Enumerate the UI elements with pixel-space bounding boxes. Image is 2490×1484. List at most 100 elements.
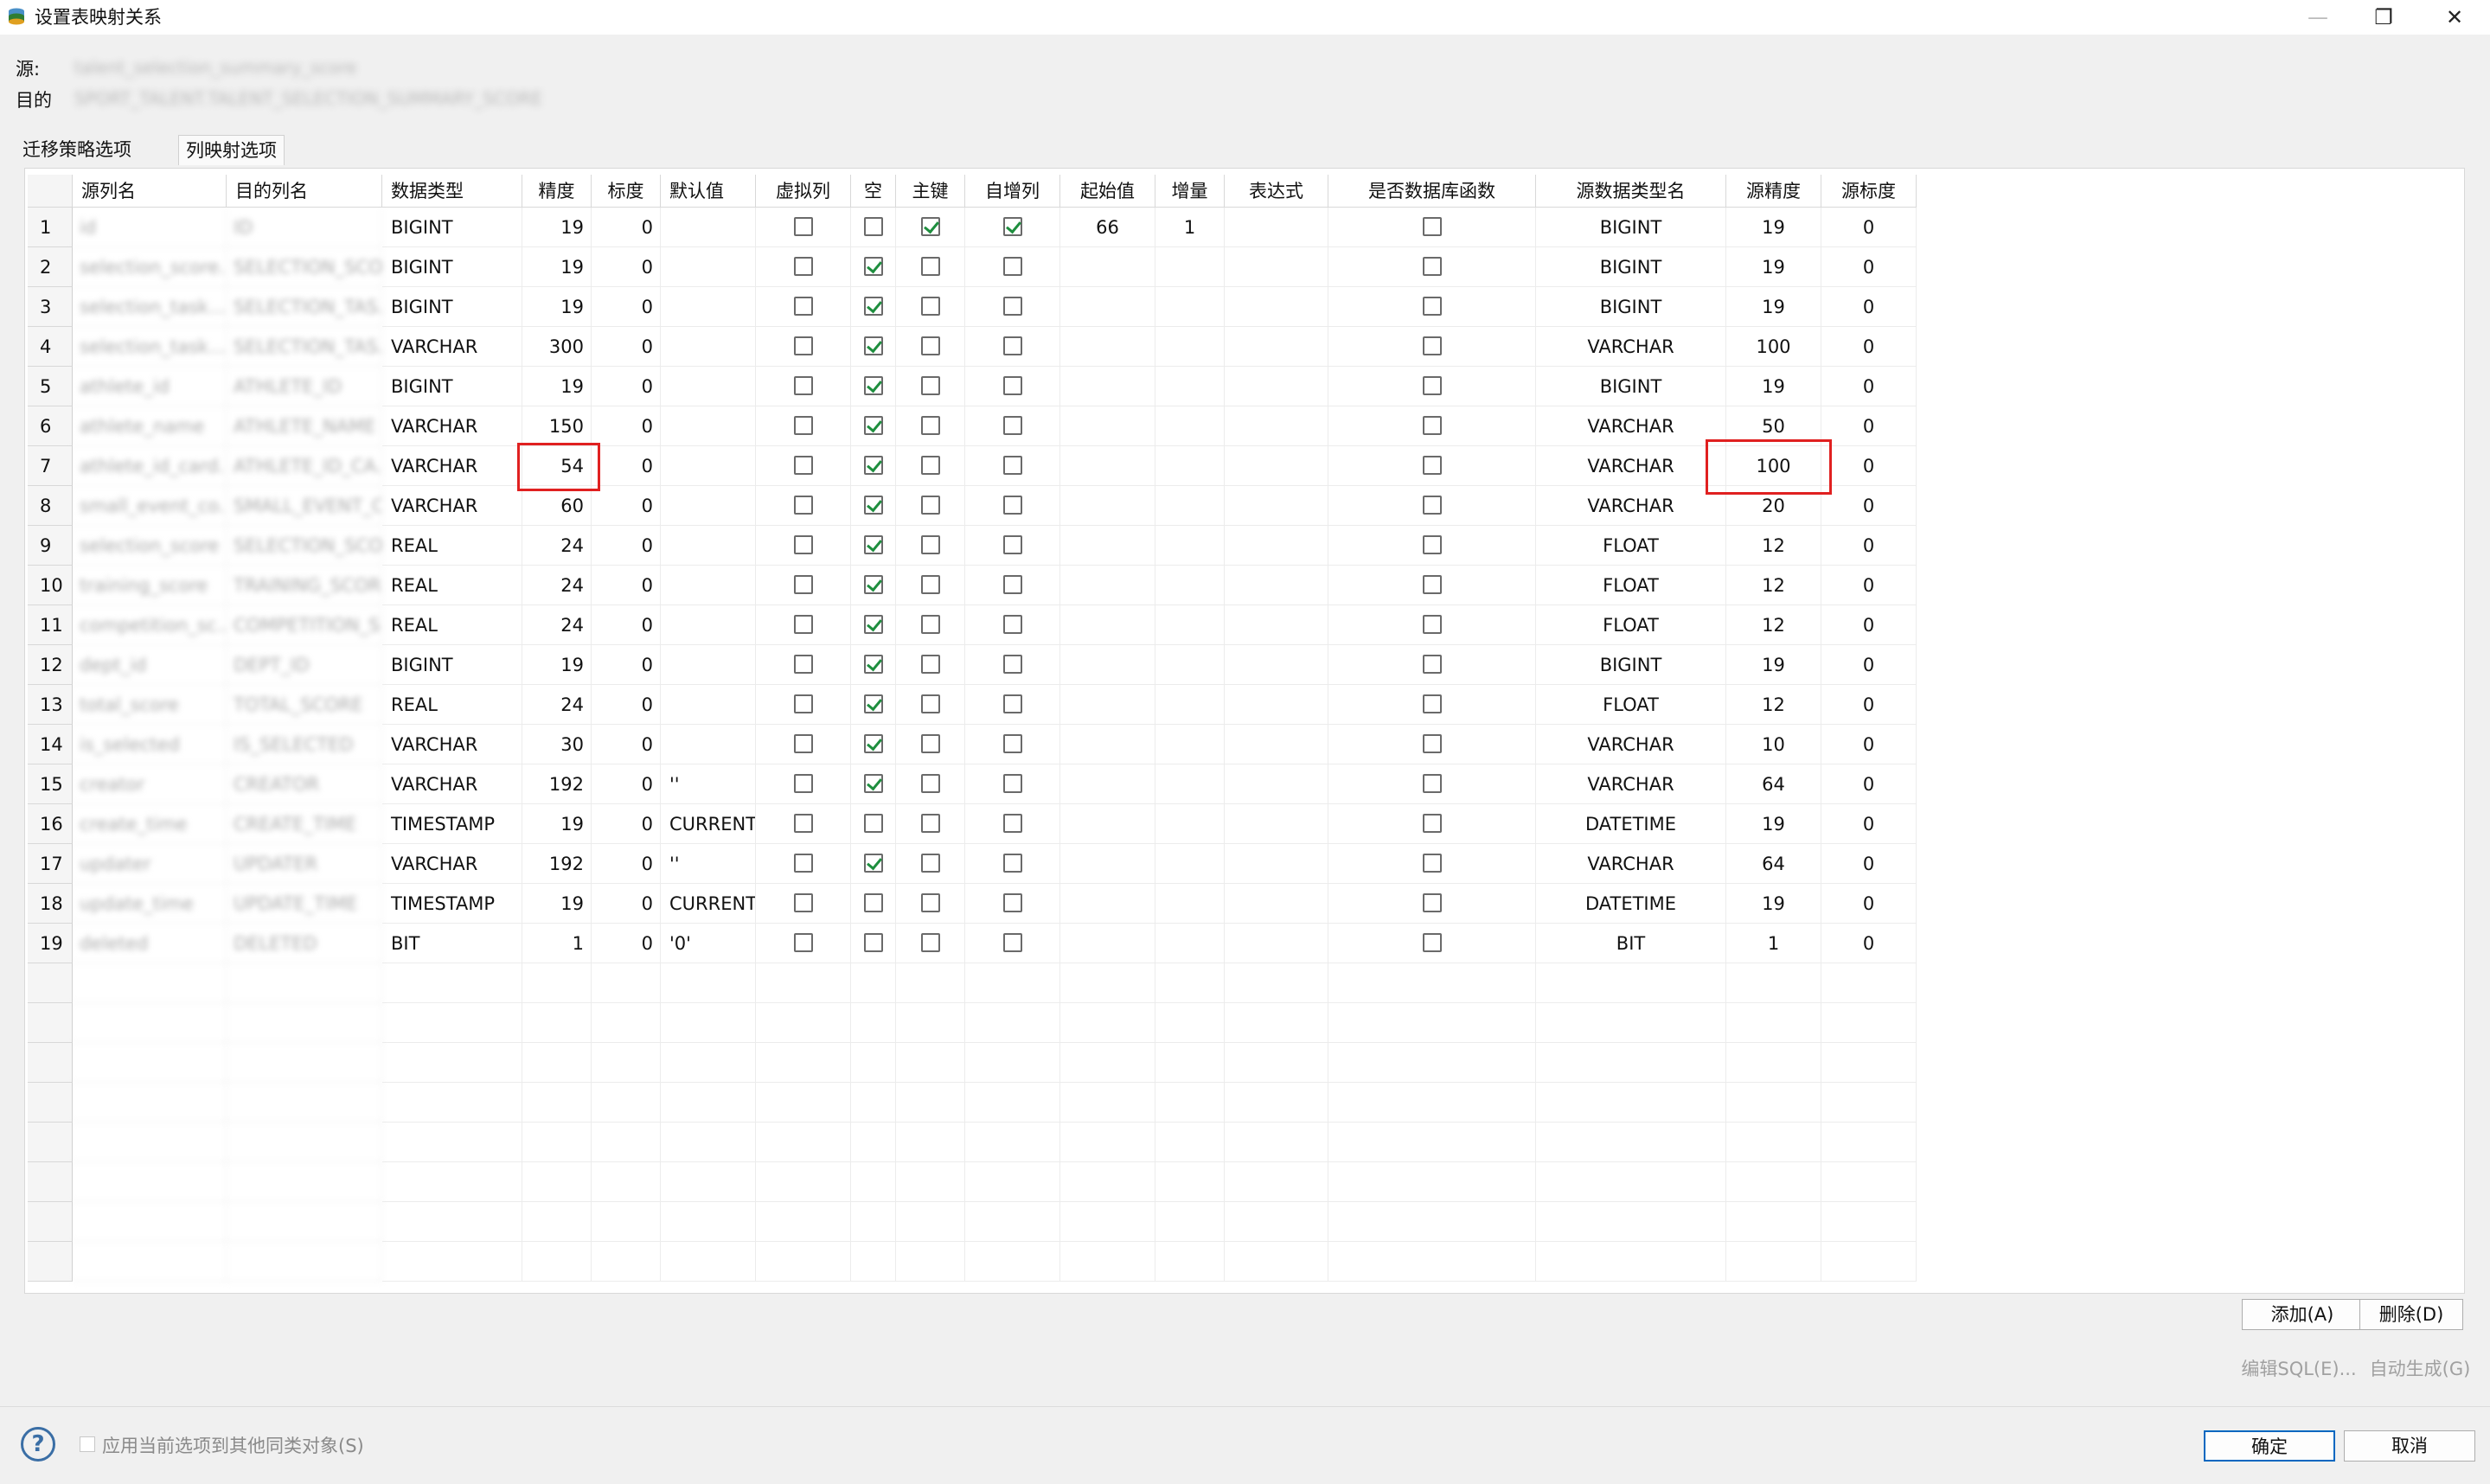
- cell-src[interactable]: [73, 1003, 227, 1043]
- nullable-checkbox[interactable]: [863, 217, 883, 236]
- auto-increment-checkbox[interactable]: [1002, 456, 1022, 475]
- row-number[interactable]: [28, 1003, 73, 1043]
- cell-scale[interactable]: 0: [592, 526, 661, 566]
- cell-scale[interactable]: 0: [592, 645, 661, 685]
- cell-start[interactable]: [1060, 804, 1155, 844]
- cell-sprec[interactable]: [1726, 963, 1821, 1003]
- cell-prec[interactable]: 24: [522, 566, 592, 605]
- nullable-checkbox[interactable]: [863, 336, 883, 355]
- nullable-checkbox[interactable]: [863, 734, 883, 753]
- cell-stype[interactable]: DATETIME: [1536, 884, 1726, 924]
- cell-src[interactable]: selection_task...: [73, 287, 227, 327]
- virtual-checkbox[interactable]: [793, 336, 813, 355]
- cell-expr[interactable]: [1225, 924, 1328, 963]
- cell-start[interactable]: [1060, 1003, 1155, 1043]
- cell-sprec[interactable]: 19: [1726, 804, 1821, 844]
- cell-prec[interactable]: [522, 1123, 592, 1162]
- header-col-source-name[interactable]: 源列名: [73, 175, 227, 208]
- cell-expr[interactable]: [1225, 486, 1328, 526]
- cell-expr[interactable]: [1225, 605, 1328, 645]
- cell-def[interactable]: [661, 247, 756, 287]
- cell-start[interactable]: [1060, 327, 1155, 367]
- cell-def[interactable]: [661, 963, 756, 1003]
- is-db-function-checkbox[interactable]: [1422, 376, 1442, 395]
- cell-start[interactable]: [1060, 247, 1155, 287]
- minimize-button[interactable]: —: [2283, 0, 2352, 35]
- cell-prec[interactable]: 192: [522, 844, 592, 884]
- is-db-function-checkbox[interactable]: [1422, 575, 1442, 594]
- cell-expr[interactable]: [1225, 645, 1328, 685]
- cell-type[interactable]: BIT: [382, 924, 522, 963]
- primary-key-checkbox[interactable]: [920, 655, 940, 674]
- cell-expr[interactable]: [1225, 884, 1328, 924]
- cell-expr[interactable]: [1225, 1003, 1328, 1043]
- cell-start[interactable]: [1060, 1123, 1155, 1162]
- row-number[interactable]: 11: [28, 605, 73, 645]
- cell-type[interactable]: TIMESTAMP: [382, 804, 522, 844]
- cell-src[interactable]: athlete_name: [73, 406, 227, 446]
- cell-sprec[interactable]: [1726, 1043, 1821, 1083]
- cell-start[interactable]: [1060, 367, 1155, 406]
- cell-inc[interactable]: [1155, 1162, 1225, 1202]
- cell-stype[interactable]: [1536, 1202, 1726, 1242]
- cell-src[interactable]: update_time: [73, 884, 227, 924]
- cancel-button[interactable]: 取消: [2344, 1430, 2475, 1462]
- cell-inc[interactable]: [1155, 486, 1225, 526]
- is-db-function-checkbox[interactable]: [1422, 655, 1442, 674]
- virtual-checkbox[interactable]: [793, 933, 813, 952]
- row-number[interactable]: 2: [28, 247, 73, 287]
- cell-type[interactable]: REAL: [382, 526, 522, 566]
- cell-expr[interactable]: [1225, 764, 1328, 804]
- cell-sscale[interactable]: 0: [1821, 924, 1917, 963]
- cell-prec[interactable]: 30: [522, 725, 592, 764]
- tab-migration-strategy[interactable]: 迁移策略选项: [16, 135, 138, 164]
- header-col-auto-increment[interactable]: 自增列: [965, 175, 1060, 208]
- cell-start[interactable]: [1060, 1043, 1155, 1083]
- cell-sscale[interactable]: [1821, 1162, 1917, 1202]
- row-number[interactable]: 8: [28, 486, 73, 526]
- cell-type[interactable]: VARCHAR: [382, 446, 522, 486]
- cell-inc[interactable]: [1155, 963, 1225, 1003]
- header-col-expression[interactable]: 表达式: [1225, 175, 1328, 208]
- cell-expr[interactable]: [1225, 1242, 1328, 1282]
- cell-sprec[interactable]: 19: [1726, 884, 1821, 924]
- cell-prec[interactable]: 19: [522, 884, 592, 924]
- cell-sprec[interactable]: [1726, 1162, 1821, 1202]
- cell-def[interactable]: [661, 526, 756, 566]
- cell-sscale[interactable]: [1821, 1123, 1917, 1162]
- cell-dst[interactable]: CREATE_TIME: [227, 804, 382, 844]
- cell-expr[interactable]: [1225, 1083, 1328, 1123]
- cell-start[interactable]: [1060, 963, 1155, 1003]
- auto-increment-checkbox[interactable]: [1002, 257, 1022, 276]
- cell-stype[interactable]: VARCHAR: [1536, 844, 1726, 884]
- cell-dst[interactable]: TOTAL_SCORE: [227, 685, 382, 725]
- cell-def[interactable]: [661, 367, 756, 406]
- header-col-source-scale[interactable]: 源标度: [1821, 175, 1917, 208]
- cell-expr[interactable]: [1225, 367, 1328, 406]
- row-number[interactable]: 16: [28, 804, 73, 844]
- cell-start[interactable]: [1060, 287, 1155, 327]
- cell-stype[interactable]: BIGINT: [1536, 367, 1726, 406]
- cell-sscale[interactable]: 0: [1821, 327, 1917, 367]
- cell-src[interactable]: athlete_id_card...: [73, 446, 227, 486]
- cell-dst[interactable]: TRAINING_SCOR...: [227, 566, 382, 605]
- cell-src[interactable]: updater: [73, 844, 227, 884]
- cell-dst[interactable]: DELETED: [227, 924, 382, 963]
- cell-prec[interactable]: 19: [522, 645, 592, 685]
- cell-stype[interactable]: VARCHAR: [1536, 725, 1726, 764]
- cell-inc[interactable]: [1155, 287, 1225, 327]
- apply-to-similar-checkbox[interactable]: [80, 1436, 95, 1452]
- cell-inc[interactable]: [1155, 1083, 1225, 1123]
- auto-generate-button[interactable]: 自动生成(G): [2366, 1354, 2474, 1385]
- restore-button[interactable]: ❐: [2349, 0, 2418, 35]
- header-col-source-type[interactable]: 源数据类型名: [1536, 175, 1726, 208]
- cell-expr[interactable]: [1225, 327, 1328, 367]
- cell-scale[interactable]: 0: [592, 804, 661, 844]
- cell-prec[interactable]: 1: [522, 924, 592, 963]
- cell-expr[interactable]: [1225, 208, 1328, 247]
- cell-def[interactable]: [661, 1043, 756, 1083]
- nullable-checkbox[interactable]: [863, 575, 883, 594]
- auto-increment-checkbox[interactable]: [1002, 535, 1022, 554]
- nullable-checkbox[interactable]: [863, 456, 883, 475]
- cell-sscale[interactable]: 0: [1821, 486, 1917, 526]
